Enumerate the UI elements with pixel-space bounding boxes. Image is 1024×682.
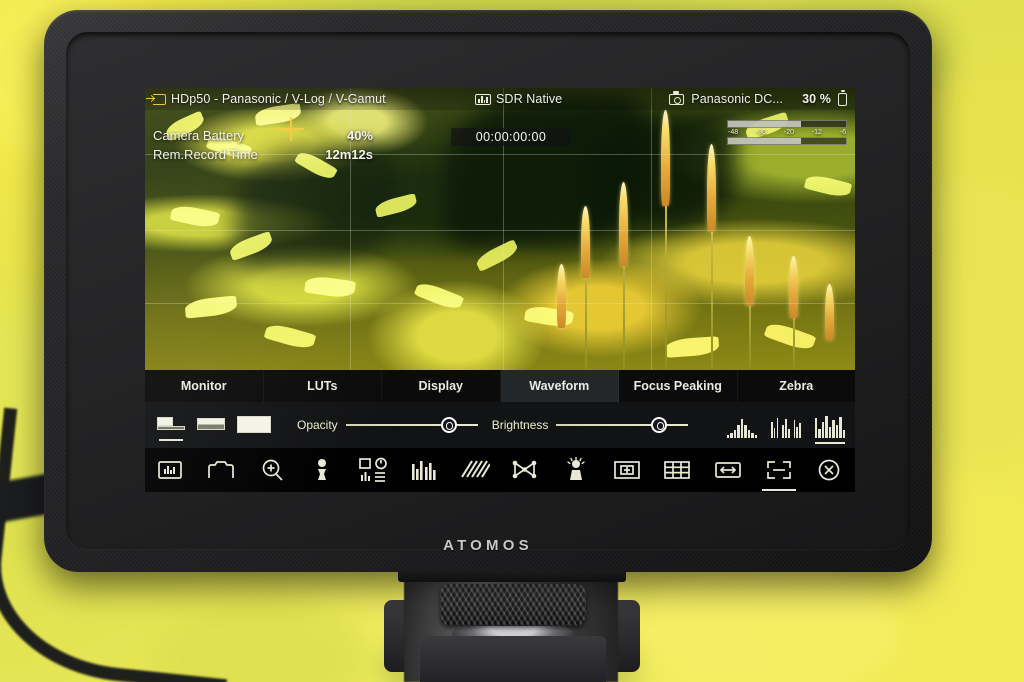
leaf [763,319,817,354]
flower-spike [825,284,834,340]
leaf [184,295,238,319]
focus-peaking-icon[interactable] [561,456,591,483]
audio-scale-tick: -30 [755,129,767,136]
brightness-label: Brightness [491,418,549,432]
audio-scale-tick: -48 [728,129,739,136]
opacity-slider[interactable] [345,417,478,433]
sdr-icon [475,93,491,105]
safe-area-icon[interactable] [761,457,796,491]
mount-tension-knob [440,584,586,626]
zebra-icon[interactable] [460,457,491,483]
rgb-parade-tool-icon[interactable] [409,457,439,483]
grid-icon[interactable] [662,457,692,483]
tab-focus-peaking[interactable]: Focus Peaking [619,370,738,402]
flower-spike [745,236,754,306]
waveform-type-group[interactable] [727,412,849,444]
settings-tab-bar[interactable]: Monitor LUTs Display Waveform Focus Peak… [145,370,855,402]
opacity-slider-knob[interactable] [440,417,457,433]
camera-battery-value: 40% [346,128,373,143]
lut-icon[interactable] [206,457,236,483]
audio-channel-2 [727,137,847,145]
mount-base [420,636,606,682]
tab-monitor[interactable]: Monitor [145,370,264,402]
audio-level-meter: -48 -30 -20 -12 -6 [727,120,847,147]
remaining-record-time-label: Rem.Record Time [153,147,258,162]
brand-logo: ATOMOS [443,537,533,554]
flower-spike [581,206,590,278]
waveform-size-medium[interactable] [197,416,225,434]
selected-indicator [159,439,183,441]
timecode-display: 00:00:00:00 [451,128,571,146]
display-settings-icon[interactable] [358,457,388,483]
frame-guide-icon[interactable] [612,457,642,483]
audio-scale-tick: -6 [839,129,846,136]
waveform-controls-row[interactable]: Opacity Brightness [145,402,855,448]
monitor-screen[interactable]: HDp50 - Panasonic / V-Log / V-Gamut SDR … [145,88,855,492]
audio-scale-tick: -12 [811,129,822,136]
false-color-icon[interactable] [307,457,337,483]
tab-waveform[interactable]: Waveform [500,370,619,402]
flower-spike [789,256,798,318]
tab-luts[interactable]: LUTs [264,370,382,402]
battery-icon [838,90,847,106]
selected-indicator [761,488,796,491]
leaf [263,321,317,352]
camera-icon [669,91,685,105]
zoom-in-icon[interactable] [257,457,287,483]
leaf [303,274,357,300]
remaining-record-time-value: 12m12s [325,147,373,162]
flower-spike [557,264,566,328]
waveform-monitor-icon[interactable] [155,457,185,483]
opacity-label: Opacity [297,418,338,432]
tab-zebra[interactable]: Zebra [738,370,856,402]
info-row: Rem.Record Time 12m12s [153,145,373,164]
flower-spike [661,110,670,206]
anamorphic-desqueeze-icon[interactable] [713,457,743,483]
audio-scale: -48 -30 -20 -12 -6 [727,128,847,137]
camera-battery-label: Camera Battery [153,128,245,143]
tool-icon-bar[interactable] [145,448,855,492]
camera-label: Panasonic DC... [691,92,784,106]
battery-percent-label: 30 % [802,92,831,106]
luma-waveform-icon[interactable] [815,412,846,444]
audio-scale-tick: -20 [783,129,794,136]
leaf [413,279,465,313]
flower-spike [707,144,716,232]
audio-channel-1 [727,120,847,128]
leaf [169,203,221,230]
gamut-label: SDR Native [496,92,563,106]
tab-display[interactable]: Display [382,370,501,402]
leaf [523,303,575,330]
leaf [803,172,853,200]
camera-info-overlay: Camera Battery 40% Rem.Record Time 12m12… [153,126,373,164]
close-icon[interactable] [814,457,844,483]
flower-spike [619,182,628,266]
status-bar: HDp50 - Panasonic / V-Log / V-Gamut SDR … [145,88,855,110]
vectorscope-icon[interactable] [727,412,758,438]
info-row: Camera Battery 40% [153,126,373,145]
vectorscope-tool-icon[interactable] [510,457,540,483]
waveform-size-large[interactable] [237,416,271,434]
rgb-parade-icon[interactable] [771,412,801,438]
brightness-slider-knob[interactable] [651,417,668,433]
input-signal-icon [146,93,166,105]
waveform-size-small[interactable] [157,416,185,441]
brightness-slider[interactable] [556,417,689,433]
input-format-label: HDp50 - Panasonic / V-Log / V-Gamut [171,92,386,106]
selected-indicator [815,442,845,444]
